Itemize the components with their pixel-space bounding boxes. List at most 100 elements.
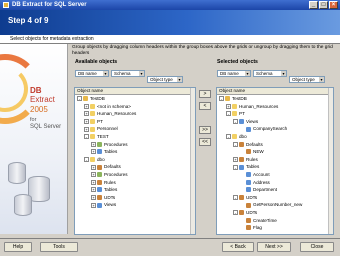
tree-row[interactable]: + UDTs — [75, 194, 195, 202]
tree-row-label: Address — [253, 179, 270, 185]
collapse-icon[interactable]: - — [219, 96, 224, 102]
available-scrollbar[interactable] — [190, 88, 195, 234]
tree-row-label: Defaults — [104, 164, 121, 170]
object-icon — [239, 210, 244, 216]
tree-row[interactable]: + PT — [75, 118, 195, 126]
expand-icon[interactable]: + — [91, 195, 96, 201]
table-icon — [97, 187, 102, 193]
tree-row[interactable]: - TestDB — [217, 95, 333, 103]
available-schema-combo[interactable]: Schema — [111, 70, 145, 77]
tree-row[interactable]: + Human_Resources — [217, 103, 333, 111]
tree-row[interactable]: Account — [217, 171, 333, 179]
tree-row[interactable]: - Tables — [217, 163, 333, 171]
tree-row[interactable]: - TestDB — [75, 95, 195, 103]
collapse-icon[interactable]: - — [77, 96, 82, 102]
collapse-icon[interactable]: - — [233, 141, 238, 147]
tree-row-label: Tables — [104, 149, 118, 155]
tree-row[interactable]: NEW — [217, 148, 333, 156]
tree-row[interactable]: CompanySearch — [217, 125, 333, 133]
maximize-button[interactable]: □ — [319, 1, 328, 9]
collapse-icon[interactable]: - — [226, 134, 231, 140]
selected-scrollbar[interactable] — [328, 88, 333, 234]
tree-row[interactable]: - UDTs — [217, 194, 333, 202]
object-icon — [246, 225, 251, 231]
remove-all-button[interactable]: << — [199, 138, 211, 146]
available-objects-tree[interactable]: Object name - TestDB + <not in schema> + Huma… — [74, 87, 196, 235]
expand-icon[interactable]: + — [84, 119, 89, 125]
tree-row-label: NEW — [253, 149, 264, 155]
expand-icon[interactable]: + — [84, 126, 89, 132]
tree-row[interactable]: + Defaults — [75, 163, 195, 171]
tree-row[interactable]: + Human_Resources — [75, 110, 195, 118]
tree-row[interactable]: + Views — [75, 201, 195, 209]
expand-icon[interactable]: + — [233, 157, 238, 163]
collapse-icon[interactable]: - — [233, 119, 238, 125]
selected-column-header[interactable]: Object name — [217, 88, 333, 95]
tree-row-label: GetPersonNumber_new — [253, 202, 303, 208]
expand-icon[interactable]: + — [91, 202, 96, 208]
next-button[interactable]: Next >> — [257, 242, 291, 252]
tree-row[interactable]: - dbo — [217, 133, 333, 141]
collapse-icon[interactable]: - — [84, 134, 89, 140]
folder-icon — [90, 119, 95, 125]
collapse-icon[interactable]: - — [233, 164, 238, 170]
selected-type-combo[interactable]: Object type — [289, 76, 325, 83]
available-dbname-combo[interactable]: DB name — [75, 70, 109, 77]
tree-row[interactable]: Flag — [217, 224, 333, 232]
collapse-icon[interactable]: - — [233, 195, 238, 201]
selected-schema-combo[interactable]: Schema — [253, 70, 287, 77]
close-button[interactable]: Close — [300, 242, 334, 252]
tree-row[interactable]: CreateTime — [217, 217, 333, 225]
expand-icon[interactable]: + — [84, 103, 89, 109]
tree-row[interactable]: - Defaults — [217, 141, 333, 149]
expand-icon[interactable]: + — [91, 179, 96, 185]
footer-divider — [0, 238, 340, 239]
expand-icon[interactable]: + — [91, 172, 96, 178]
tree-row[interactable]: + Procedures — [75, 141, 195, 149]
tree-row[interactable]: Address — [217, 179, 333, 187]
collapse-icon[interactable]: - — [226, 111, 231, 117]
selected-objects-tree[interactable]: Object name - TestDB + Human_Resources - PT - V… — [216, 87, 334, 235]
collapse-icon[interactable]: - — [84, 157, 89, 163]
tree-row[interactable]: GetPersonNumber_new — [217, 201, 333, 209]
tree-row[interactable]: + Tables — [75, 186, 195, 194]
help-button[interactable]: Help — [4, 242, 32, 252]
back-button[interactable]: < Back — [222, 242, 254, 252]
tree-row[interactable]: - Views — [217, 118, 333, 126]
close-window-button[interactable]: × — [329, 1, 338, 9]
expand-icon[interactable]: + — [91, 187, 96, 193]
tree-row[interactable]: - TEST — [75, 133, 195, 141]
tree-row-label: Views — [246, 118, 259, 124]
tree-row[interactable]: + Rules — [75, 179, 195, 187]
tree-row-label: UDTs — [246, 194, 258, 200]
tree-row[interactable]: Department — [217, 186, 333, 194]
brand-name-2: Extract — [30, 95, 55, 104]
tools-button[interactable]: Tools — [40, 242, 78, 252]
minimize-button[interactable]: _ — [309, 1, 318, 9]
database-icon — [83, 96, 88, 102]
available-type-combo[interactable]: Object type — [147, 76, 183, 83]
tree-row[interactable]: - PT — [217, 110, 333, 118]
tree-row[interactable]: + Personnel — [75, 125, 195, 133]
add-selected-button[interactable]: > — [199, 90, 211, 98]
tree-row[interactable]: + Rules — [217, 156, 333, 164]
expand-icon[interactable]: + — [91, 149, 96, 155]
table-icon — [239, 119, 244, 125]
collapse-icon[interactable]: - — [233, 210, 238, 216]
folder-icon — [232, 103, 237, 109]
tree-row[interactable]: - UDTs — [217, 209, 333, 217]
window-title: DB Extract for SQL Server — [12, 2, 87, 8]
expand-icon[interactable]: + — [226, 103, 231, 109]
expand-icon[interactable]: + — [91, 164, 96, 170]
tree-row[interactable]: + <not in schema> — [75, 103, 195, 111]
tree-row[interactable]: + Tables — [75, 148, 195, 156]
tree-row-label: Personnel — [97, 126, 118, 132]
available-column-header[interactable]: Object name — [75, 88, 195, 95]
expand-icon[interactable]: + — [91, 141, 96, 147]
add-all-button[interactable]: >> — [199, 126, 211, 134]
remove-selected-button[interactable]: < — [199, 102, 211, 110]
tree-row[interactable]: - dbo — [75, 156, 195, 164]
tree-row[interactable]: + Procedures — [75, 171, 195, 179]
selected-dbname-combo[interactable]: DB name — [217, 70, 251, 77]
expand-icon[interactable]: + — [84, 111, 89, 117]
